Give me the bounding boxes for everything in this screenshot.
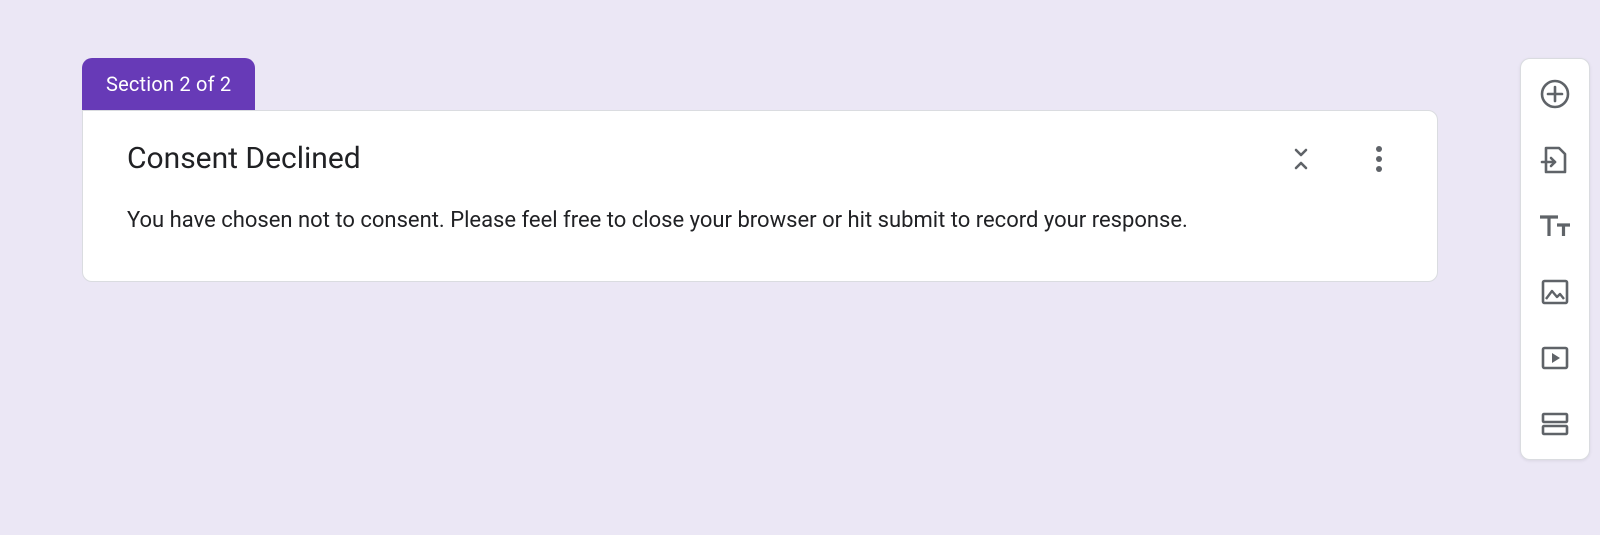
import-file-icon [1540,145,1570,175]
section-tab: Section 2 of 2 [82,58,255,110]
side-toolbar [1520,58,1590,460]
section-title[interactable]: Consent Declined [127,141,1287,176]
import-questions-button[interactable] [1538,143,1572,177]
section-card[interactable]: Consent Declined You have chosen [82,110,1438,282]
form-section: Section 2 of 2 Consent Declined [82,58,1438,282]
section-tab-label: Section 2 of 2 [106,72,231,96]
section-rows-icon [1540,409,1570,439]
add-section-button[interactable] [1538,407,1572,441]
add-question-button[interactable] [1538,77,1572,111]
header-actions [1287,145,1393,173]
section-description[interactable]: You have chosen not to consent. Please f… [127,204,1393,237]
add-image-button[interactable] [1538,275,1572,309]
plus-circle-icon [1539,78,1571,110]
video-play-icon [1540,343,1570,373]
image-icon [1540,277,1570,307]
text-tt-icon [1538,211,1572,241]
card-header: Consent Declined [127,141,1393,176]
more-vert-icon[interactable] [1365,145,1393,173]
add-video-button[interactable] [1538,341,1572,375]
add-title-button[interactable] [1538,209,1572,243]
collapse-expand-icon[interactable] [1287,145,1315,173]
